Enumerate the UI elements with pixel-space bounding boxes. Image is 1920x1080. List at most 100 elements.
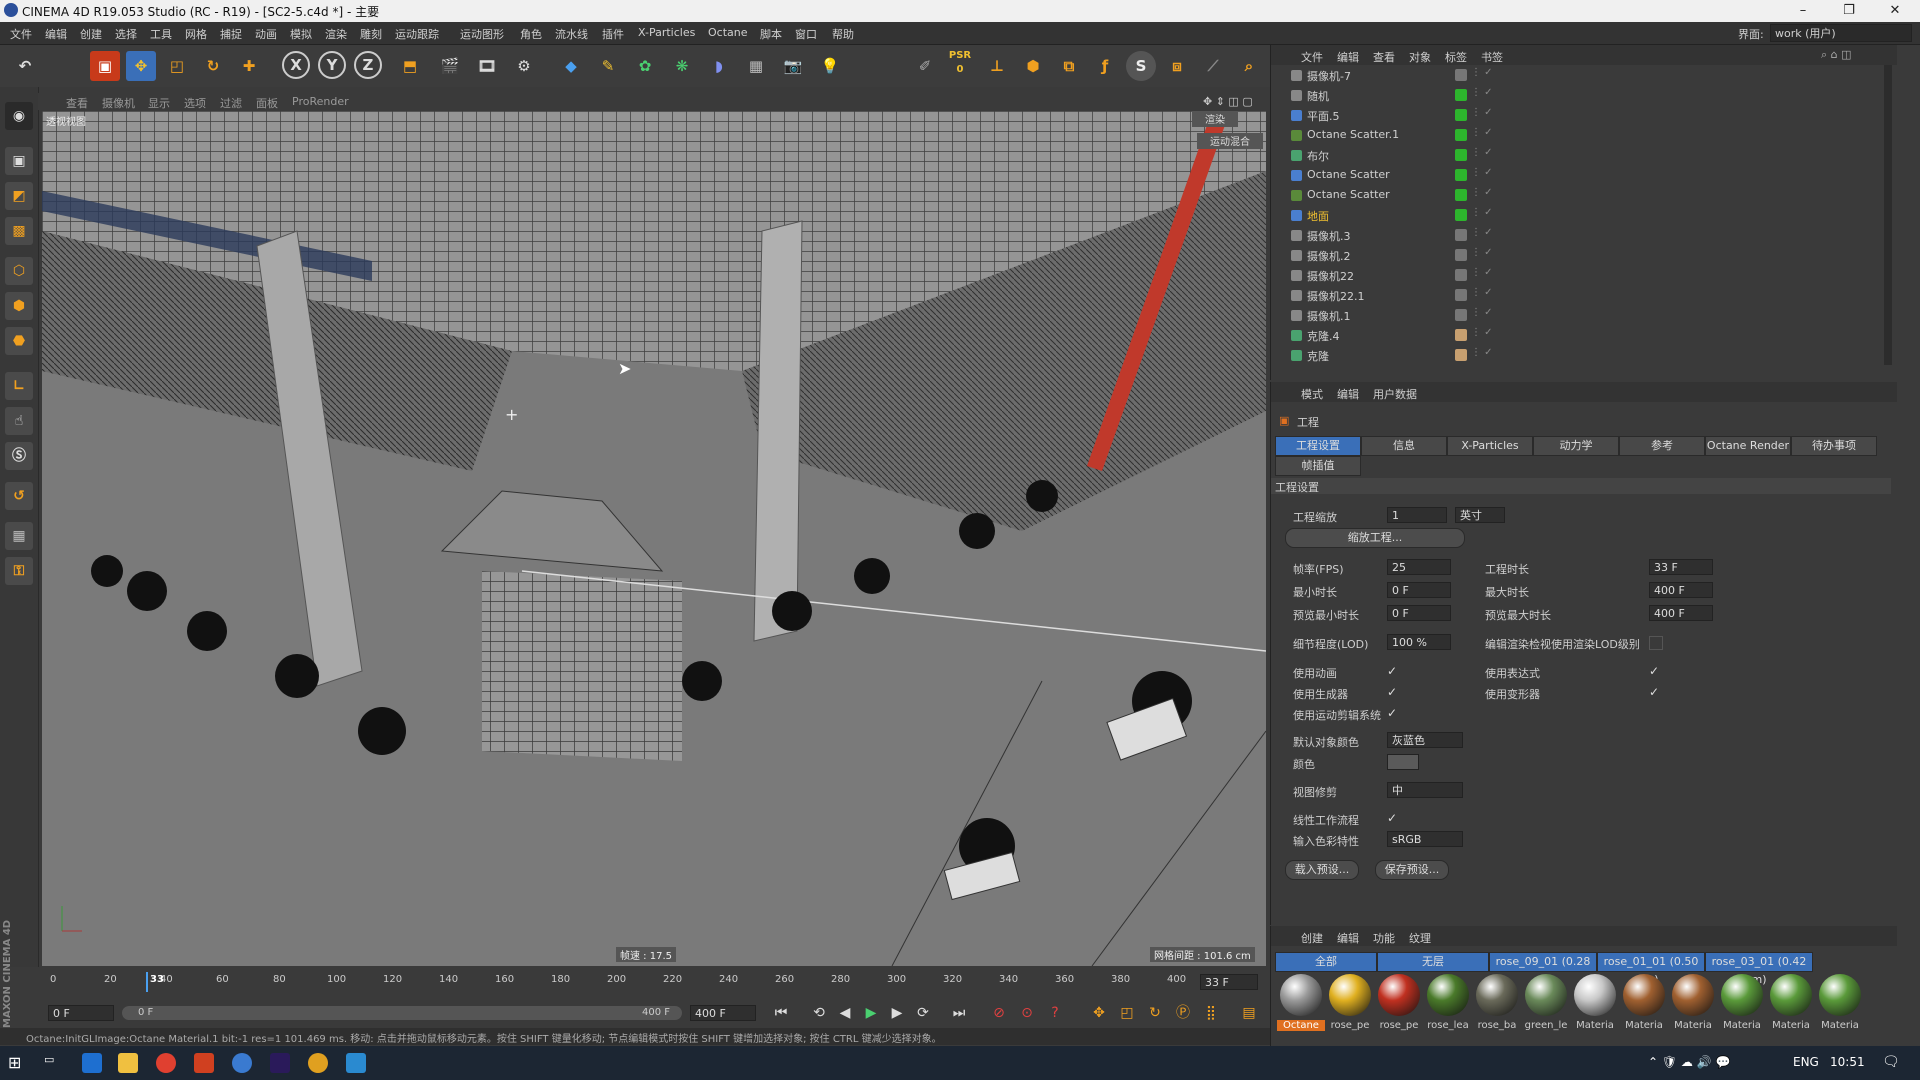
prev-frame-icon[interactable]: ◀ xyxy=(834,1002,856,1024)
object-row[interactable]: 克隆.4 ⋮ ✓ xyxy=(1271,325,1897,345)
layer-color-tag[interactable] xyxy=(1455,229,1467,241)
menu-animate[interactable]: 动画 xyxy=(255,26,277,42)
am-menu-edit[interactable]: 编辑 xyxy=(1337,386,1359,402)
model-mode-icon[interactable]: ▣ xyxy=(5,147,33,175)
om-menu-file[interactable]: 文件 xyxy=(1301,49,1323,65)
key-pla-icon[interactable]: ⣿ xyxy=(1200,1002,1222,1024)
layer-color-tag[interactable] xyxy=(1455,189,1467,201)
tab-info[interactable]: 信息 xyxy=(1361,436,1447,456)
mograph-cloner-icon[interactable]: ❋ xyxy=(667,51,697,81)
layer-color-tag[interactable] xyxy=(1455,149,1467,161)
object-row[interactable]: Octane Scatter ⋮ ✓ xyxy=(1271,165,1897,185)
visibility-toggles[interactable]: ⋮ ✓ xyxy=(1471,307,1493,318)
object-row[interactable]: 布尔 ⋮ ✓ xyxy=(1271,145,1897,165)
layer-color-tag[interactable] xyxy=(1455,129,1467,141)
qq-icon[interactable] xyxy=(308,1053,328,1073)
menu-mograph[interactable]: 运动图形 xyxy=(460,26,504,42)
material-swatch[interactable]: Materia xyxy=(1669,974,1717,1038)
snapping-icon[interactable]: ↺ xyxy=(5,482,33,510)
view-clipping-select[interactable]: 中 xyxy=(1387,782,1463,798)
material-swatch[interactable]: rose_ba xyxy=(1473,974,1521,1038)
visibility-toggles[interactable]: ⋮ ✓ xyxy=(1471,147,1493,158)
s-button[interactable]: S xyxy=(1126,51,1156,81)
task-view-icon[interactable]: ▭ xyxy=(44,1053,64,1073)
vp-menu-options[interactable]: 选项 xyxy=(184,95,206,111)
start-frame-field[interactable]: 0 F xyxy=(48,1005,114,1021)
menu-create[interactable]: 创建 xyxy=(80,26,102,42)
sculpt-icon[interactable]: ⟋ xyxy=(1198,51,1228,81)
load-preset-button[interactable]: 载入预设... xyxy=(1285,860,1359,880)
render-picture-viewer-icon[interactable]: 🎞 xyxy=(472,51,502,81)
render-view-icon[interactable]: 🎬 xyxy=(435,51,465,81)
object-row[interactable]: 地面 ⋮ ✓ xyxy=(1271,205,1897,225)
after-effects-icon[interactable] xyxy=(270,1053,290,1073)
visibility-toggles[interactable]: ⋮ ✓ xyxy=(1471,247,1493,258)
search-icon[interactable]: ⌕ xyxy=(1234,51,1264,81)
object-row[interactable]: 克隆 ⋮ ✓ xyxy=(1271,345,1897,365)
live-selection-icon[interactable]: ▣ xyxy=(90,51,120,81)
visibility-toggles[interactable]: ⋮ ✓ xyxy=(1471,187,1493,198)
menu-snap[interactable]: 捕捉 xyxy=(220,26,242,42)
layer-color-tag[interactable] xyxy=(1455,89,1467,101)
material-swatch[interactable]: green_le xyxy=(1522,974,1570,1038)
transform-icon[interactable]: ✚ xyxy=(234,51,264,81)
menu-xparticles[interactable]: X-Particles xyxy=(638,26,695,39)
snap-icon[interactable]: ⬢ xyxy=(1018,51,1048,81)
make-editable-icon[interactable]: ◉ xyxy=(5,102,33,130)
am-menu-mode[interactable]: 模式 xyxy=(1301,386,1323,402)
perspective-viewport[interactable]: + ➤ 透视视图 渲染 运动混合 帧速 : 17.5 网格间距 : 101.6 … xyxy=(42,111,1266,966)
keyframe-selection-icon[interactable]: ? xyxy=(1044,1002,1066,1024)
undo-icon[interactable]: ↶ xyxy=(10,51,40,81)
use-deformers-checkbox[interactable]: ✓ xyxy=(1649,686,1661,698)
lock-icon[interactable]: ⧈ xyxy=(1162,51,1192,81)
menu-tools[interactable]: 工具 xyxy=(150,26,172,42)
visibility-toggles[interactable]: ⋮ ✓ xyxy=(1471,67,1493,78)
use-expressions-checkbox[interactable]: ✓ xyxy=(1649,665,1661,677)
object-row[interactable]: 随机 ⋮ ✓ xyxy=(1271,85,1897,105)
function-icon[interactable]: ƒ xyxy=(1090,51,1120,81)
om-menu-objects[interactable]: 对象 xyxy=(1409,49,1431,65)
timeline-ruler[interactable]: 0 20 40 60 80 100 120 140 160 180 200 22… xyxy=(38,968,1266,998)
object-row[interactable]: 摄像机22 ⋮ ✓ xyxy=(1271,265,1897,285)
vp-menu-panel[interactable]: 面板 xyxy=(256,95,278,111)
menu-pipeline[interactable]: 流水线 xyxy=(555,26,588,42)
store-icon[interactable] xyxy=(82,1053,102,1073)
layer-color-tag[interactable] xyxy=(1455,169,1467,181)
scale-unit-select[interactable]: 英寸 xyxy=(1455,507,1505,523)
pen-spline-icon[interactable]: ✎ xyxy=(593,51,623,81)
cube-icon[interactable]: ◆ xyxy=(556,51,586,81)
menu-render[interactable]: 渲染 xyxy=(325,26,347,42)
save-preset-button[interactable]: 保存预设... xyxy=(1375,860,1449,880)
visibility-toggles[interactable]: ⋮ ✓ xyxy=(1471,167,1493,178)
visibility-toggles[interactable]: ⋮ ✓ xyxy=(1471,107,1493,118)
workplane-icon[interactable]: ⊥ xyxy=(982,51,1012,81)
object-row[interactable]: 摄像机.2 ⋮ ✓ xyxy=(1271,245,1897,265)
move-tool-icon[interactable]: ✥ xyxy=(126,51,156,81)
key-param-icon[interactable]: Ⓟ xyxy=(1172,1002,1194,1024)
vp-menu-view[interactable]: 查看 xyxy=(66,95,88,111)
am-menu-userdata[interactable]: 用户数据 xyxy=(1373,386,1417,402)
om-search-icon[interactable]: ⌕ ⌂ ◫ xyxy=(1821,48,1852,62)
layer-color-tag[interactable] xyxy=(1455,249,1467,261)
solo-icon[interactable]: Ⓢ xyxy=(5,442,33,470)
default-color-select[interactable]: 灰蓝色 xyxy=(1387,732,1463,748)
layer-color-tag[interactable] xyxy=(1455,289,1467,301)
subdivision-icon[interactable]: ✿ xyxy=(630,51,660,81)
layer-color-tag[interactable] xyxy=(1455,329,1467,341)
points-mode-icon[interactable]: ⬡ xyxy=(5,257,33,285)
workplane-mode-icon[interactable]: ▩ xyxy=(5,217,33,245)
start-icon[interactable]: ⊞ xyxy=(8,1053,28,1073)
vp-menu-prorender[interactable]: ProRender xyxy=(292,95,349,108)
layer-color-tag[interactable] xyxy=(1455,69,1467,81)
vp-menu-cameras[interactable]: 摄像机 xyxy=(102,95,135,111)
lod-field[interactable]: 100 % xyxy=(1387,634,1451,650)
material-swatch[interactable]: Materia xyxy=(1816,974,1864,1038)
om-scrollbar[interactable] xyxy=(1884,65,1892,365)
tab-dynamics[interactable]: 动力学 xyxy=(1533,436,1619,456)
input-color-select[interactable]: sRGB xyxy=(1387,831,1463,847)
linear-workflow-checkbox[interactable]: ✓ xyxy=(1387,812,1399,824)
material-swatch[interactable]: Materia xyxy=(1767,974,1815,1038)
restore-button[interactable]: ❐ xyxy=(1826,1,1872,21)
auto-key-icon[interactable]: ⊙ xyxy=(1016,1002,1038,1024)
menu-script[interactable]: 脚本 xyxy=(760,26,782,42)
